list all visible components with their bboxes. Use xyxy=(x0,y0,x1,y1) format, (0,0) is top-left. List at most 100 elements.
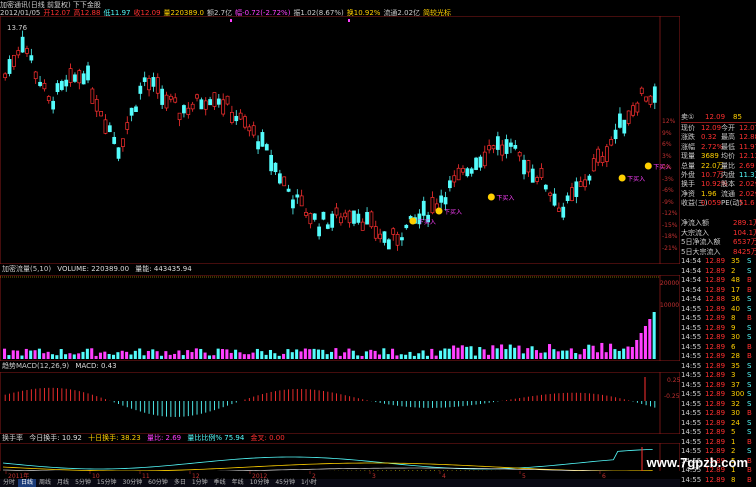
watermark: www.7gpzb.com xyxy=(646,455,748,470)
tick-volume: 32 xyxy=(731,399,740,408)
volume-bar xyxy=(164,351,168,359)
tick-price: 12.89 xyxy=(705,390,726,398)
quote-label: 换手 xyxy=(681,180,695,189)
tab-14[interactable]: 1小时 xyxy=(298,479,320,487)
candle-body xyxy=(308,213,313,225)
tab-12[interactable]: 10分钟 xyxy=(247,479,273,487)
volume-bar xyxy=(207,355,211,359)
tab-7[interactable]: 60分钟 xyxy=(145,479,171,487)
volume-bar xyxy=(486,354,491,359)
volume-bar xyxy=(622,348,626,359)
tab-3[interactable]: 月线 xyxy=(54,479,72,487)
volume-bar xyxy=(391,348,395,359)
flow-value: 6537万 xyxy=(733,238,756,246)
tab-8[interactable]: 多日 xyxy=(171,479,189,487)
candle-body xyxy=(64,79,69,87)
volume-bar xyxy=(491,345,495,359)
volume-bar xyxy=(42,353,46,359)
tick-time: 14:55 xyxy=(681,361,702,370)
volume-bar xyxy=(561,350,565,359)
candle-body xyxy=(121,138,125,147)
volume-bar xyxy=(430,348,434,359)
candle-body xyxy=(142,77,147,82)
tick-volume: 30 xyxy=(731,409,740,417)
candlestick-chart[interactable]: 下买入下买入下买入下买入下买入 xyxy=(0,16,680,264)
candle-body xyxy=(517,152,522,157)
volume-bar xyxy=(325,354,329,359)
quote-label: 内盘 xyxy=(721,171,735,179)
tick-volume: 6 xyxy=(731,342,736,351)
candle-body xyxy=(513,145,518,149)
candle-body xyxy=(491,145,496,150)
signal-icon xyxy=(644,162,652,170)
quote-label: 流通 xyxy=(721,189,735,198)
tab-0[interactable]: 分时 xyxy=(0,479,18,487)
candle-body xyxy=(317,226,321,237)
volume-bar xyxy=(508,344,512,359)
candle-body xyxy=(325,224,330,229)
tab-6[interactable]: 30分钟 xyxy=(120,479,146,487)
quote-value: 2.69 xyxy=(739,161,755,170)
volume-bar xyxy=(635,340,639,359)
volume-bar xyxy=(282,353,286,359)
candle-body xyxy=(369,211,374,228)
tab-4[interactable]: 5分钟 xyxy=(72,479,94,487)
volume-bar xyxy=(526,348,530,359)
tab-11[interactable]: 年线 xyxy=(229,479,247,487)
sell-row: 卖① 12.09 85 xyxy=(681,113,756,122)
candle-body xyxy=(365,212,369,225)
volume-bar xyxy=(7,355,11,359)
candle-body xyxy=(395,234,400,246)
tick-side: S xyxy=(747,371,752,379)
tick-volume: 48 xyxy=(731,276,740,284)
tab-10[interactable]: 季线 xyxy=(211,479,229,487)
tick-volume: 9 xyxy=(731,323,736,332)
candle-body xyxy=(360,221,365,231)
tick-price: 12.89 xyxy=(705,371,726,379)
tick-volume: 1 xyxy=(731,437,736,446)
tab-13[interactable]: 45分钟 xyxy=(272,479,298,487)
tab-5[interactable]: 15分钟 xyxy=(94,479,120,487)
tick-time: 14:54 xyxy=(681,276,702,284)
candle-body xyxy=(321,211,326,220)
volume-bar xyxy=(273,353,277,359)
candle-body xyxy=(182,105,186,114)
candle-body xyxy=(456,167,461,181)
volume-bar xyxy=(556,351,560,359)
tick-price: 12.89 xyxy=(705,380,726,389)
volume-bar xyxy=(33,350,37,359)
candle-body xyxy=(125,122,130,130)
quote-value: 2.72% xyxy=(701,142,724,151)
candle-body xyxy=(147,78,151,91)
volume-bar xyxy=(495,348,499,359)
candle-body xyxy=(29,55,34,61)
tick-row: 14:55 12.89 8 B xyxy=(681,476,756,486)
tick-row: 14:55 12.89 9 S xyxy=(681,324,756,334)
flow-value: 104.1万 xyxy=(733,228,756,237)
tab-2[interactable]: 周线 xyxy=(36,479,54,487)
volume-bar xyxy=(500,344,504,359)
candle-body xyxy=(59,81,64,90)
volume-bar xyxy=(482,349,486,359)
macd-chart[interactable] xyxy=(0,372,680,434)
volume-bar xyxy=(46,351,50,359)
candle-body xyxy=(155,77,160,94)
quote-label: 净资 xyxy=(681,189,695,198)
tick-row: 14:55 12.89 300 S xyxy=(681,390,756,400)
tab-1[interactable]: 日线 xyxy=(18,479,37,487)
tick-time: 14:55 xyxy=(681,323,702,332)
volume-bar xyxy=(103,351,107,359)
candle-body xyxy=(443,197,448,205)
candle-body xyxy=(330,213,335,228)
tick-row: 14:55 12.89 3 S xyxy=(681,371,756,381)
tab-9[interactable]: 1分钟 xyxy=(189,479,211,487)
volume-bar xyxy=(238,352,242,359)
tick-side: B xyxy=(747,342,752,351)
volume-bar xyxy=(443,348,447,359)
tick-price: 12.89 xyxy=(705,342,726,351)
candle-body xyxy=(173,97,178,103)
period-tab-bar: 分时 日线 周线 月线 5分钟 15分钟 30分钟 60分钟 多日 1分钟 季线 年线 10分钟 45分钟… xyxy=(0,479,680,487)
flow-row: 净流入额 289.1万 xyxy=(681,219,756,228)
volume-chart[interactable] xyxy=(0,275,680,361)
volume-bar xyxy=(595,352,600,359)
